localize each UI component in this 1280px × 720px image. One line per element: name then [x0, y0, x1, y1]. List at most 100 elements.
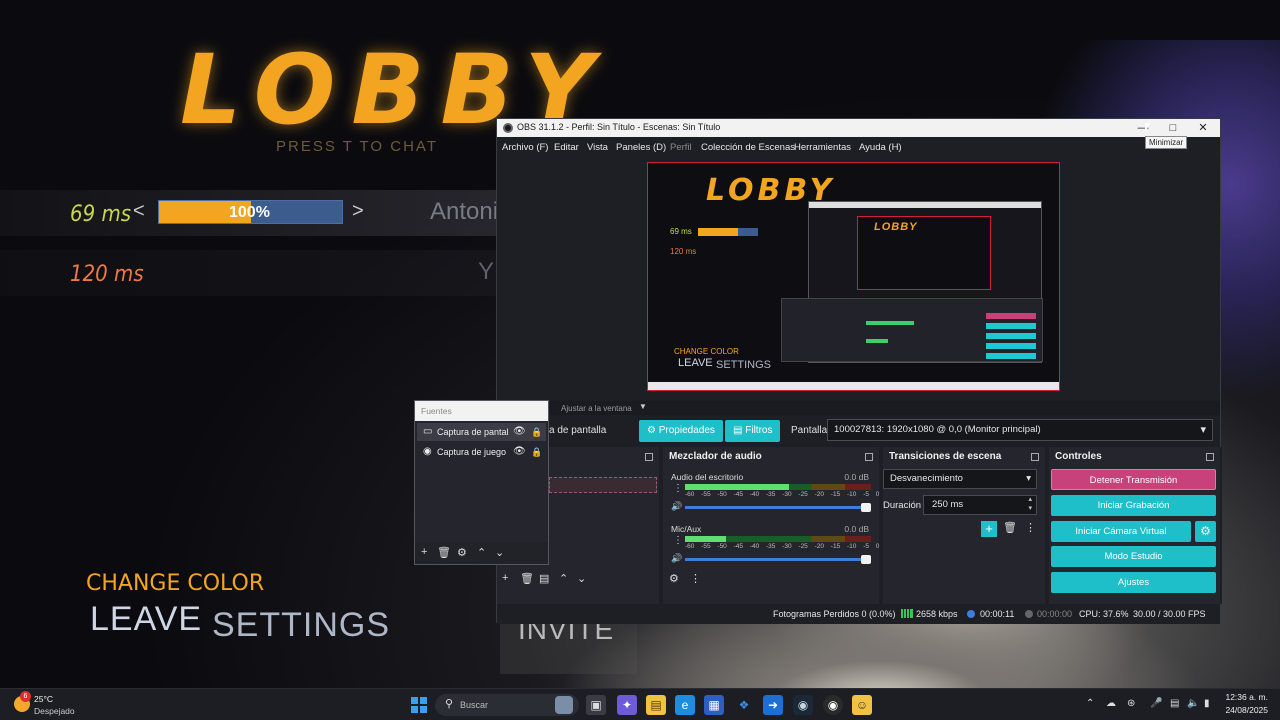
volume-icon[interactable]: 🔈	[1187, 698, 1199, 709]
speaker-icon[interactable]: 🔊	[671, 501, 682, 512]
add-source-icon[interactable]: +	[421, 546, 427, 558]
menu-paneles[interactable]: Paneles (D)	[616, 142, 666, 153]
chevron-up-icon[interactable]: ⌃	[1086, 698, 1094, 709]
preview-button	[986, 333, 1036, 339]
preview-volume-bar	[698, 228, 758, 236]
volume-slider[interactable]	[685, 555, 871, 564]
mouse-cursor-icon	[1145, 123, 1150, 132]
dock-float-icon[interactable]	[645, 453, 653, 461]
source-item[interactable]: ▭ Captura de pantal 👁 🔒	[417, 423, 546, 441]
preview-taskbar	[648, 382, 1059, 390]
trash-icon[interactable]: 🗑	[437, 546, 451, 559]
microphone-icon[interactable]: 🎤	[1150, 698, 1162, 709]
minimize-button[interactable]: —	[1128, 119, 1158, 137]
wifi-icon[interactable]: ▤	[1170, 698, 1179, 709]
leave-button[interactable]: LEAVE	[90, 600, 202, 639]
filter-icon[interactable]: ▤	[539, 572, 549, 585]
menu-perfil[interactable]: Perfil	[670, 142, 692, 153]
menu-coleccion-escenas[interactable]: Colección de Escenas	[701, 142, 795, 153]
menu-ayuda[interactable]: Ayuda (H)	[859, 142, 902, 153]
add-scene-icon[interactable]: +	[502, 572, 508, 584]
power-automate-icon[interactable]: ➜	[763, 695, 783, 715]
game-app-icon[interactable]: ☺	[852, 695, 872, 715]
bitrate: 2658 kbps	[916, 609, 958, 619]
notification-badge: 6	[20, 691, 31, 702]
more-options-icon[interactable]: ⋮	[1025, 521, 1036, 534]
steam-icon[interactable]: ◉	[793, 695, 813, 715]
start-recording-button[interactable]: Iniciar Grabación	[1051, 495, 1216, 516]
move-down-icon[interactable]: ⌄	[495, 546, 504, 559]
studio-mode-button[interactable]: Modo Estudio	[1051, 546, 1216, 567]
volume-decrease-arrow[interactable]: <	[133, 200, 145, 223]
maximize-button[interactable]: □	[1158, 119, 1188, 137]
bluetooth-icon[interactable]: ⊛	[1127, 698, 1135, 709]
battery-icon[interactable]: ▮	[1204, 698, 1210, 709]
start-virtual-camera-button[interactable]: Iniciar Cámara Virtual	[1051, 521, 1191, 542]
onedrive-icon[interactable]: ☁	[1106, 698, 1116, 709]
clock-date[interactable]: 24/08/2025	[1225, 705, 1268, 715]
volume-slider[interactable]	[685, 503, 871, 512]
lock-icon[interactable]: 🔒	[531, 423, 542, 441]
file-explorer-icon[interactable]: ▤	[646, 695, 666, 715]
track-menu-icon[interactable]: ⋮	[673, 535, 683, 546]
weather-temp[interactable]: 25°C	[34, 694, 53, 704]
edge-icon[interactable]: e	[675, 695, 695, 715]
trash-icon[interactable]: 🗑	[1003, 521, 1017, 534]
stop-stream-button[interactable]: Detener Transmisión	[1051, 469, 1216, 490]
close-button[interactable]: ✕	[1188, 119, 1218, 137]
windows-start-icon[interactable]	[411, 697, 427, 713]
track-menu-icon[interactable]: ⋮	[673, 483, 683, 494]
menu-vista[interactable]: Vista	[587, 142, 608, 153]
dock-float-icon[interactable]	[865, 453, 873, 461]
speaker-icon[interactable]: 🔊	[671, 553, 682, 564]
fit-to-window-label[interactable]: Ajustar a la ventana	[561, 404, 632, 413]
add-transition-button[interactable]: +	[981, 521, 997, 537]
clock-time[interactable]: 12:36 a. m.	[1225, 692, 1268, 702]
scene-item[interactable]	[549, 477, 657, 493]
menu-editar[interactable]: Editar	[554, 142, 579, 153]
meter-fill	[685, 484, 790, 490]
trash-icon[interactable]: 🗑	[520, 572, 534, 585]
chevron-down-icon[interactable]: ▼	[639, 402, 647, 411]
menu-herramientas[interactable]: Herramientas	[794, 142, 851, 153]
weather-desc[interactable]: Despejado	[34, 706, 75, 716]
scene-preview[interactable]: LOBBY 69 ms 120 ms CHANGE COLOR LEAVE SE…	[647, 162, 1060, 391]
move-up-icon[interactable]: ⌃	[559, 572, 568, 585]
window-title: OBS 31.1.2 - Perfil: Sin Título - Escena…	[517, 122, 721, 132]
move-up-icon[interactable]: ⌃	[477, 546, 486, 559]
transition-select[interactable]: Desvanecimiento	[883, 469, 1037, 489]
properties-button[interactable]: ⚙ Propiedades	[639, 420, 723, 442]
change-color-button[interactable]: CHANGE COLOR	[86, 571, 264, 596]
duration-input[interactable]: 250 ms	[923, 495, 1037, 515]
volume-increase-arrow[interactable]: >	[352, 200, 364, 223]
obs-taskbar-icon[interactable]: ◉	[823, 695, 843, 715]
search-box[interactable]: ⚲ Buscar	[435, 694, 579, 716]
meter-scale: -60 -55 -50 -45 -40 -35 -30 -25 -20 -15 …	[685, 543, 880, 550]
duration-label: Duración	[883, 500, 922, 511]
mixer-menu-icon[interactable]: ⋮	[690, 572, 701, 585]
audio-meter: -60 -55 -50 -45 -40 -35 -30 -25 -20 -15 …	[685, 536, 879, 550]
eye-icon[interactable]: 👁	[513, 423, 526, 441]
filters-button[interactable]: ▤ Filtros	[725, 420, 781, 442]
dropbox-icon[interactable]: ❖	[734, 695, 754, 715]
move-down-icon[interactable]: ⌄	[577, 572, 586, 585]
menu-archivo[interactable]: Archivo (F)	[502, 142, 548, 153]
track-name: Mic/Aux	[671, 524, 702, 534]
player-volume-bar[interactable]: 100%	[158, 200, 343, 224]
task-view-icon[interactable]: ▣	[586, 695, 606, 715]
search-highlight-icon	[555, 696, 573, 714]
store-icon[interactable]: ▦	[704, 695, 724, 715]
source-item[interactable]: ◉ Captura de juego 👁 🔒	[417, 443, 546, 461]
eye-icon[interactable]: 👁	[513, 443, 526, 461]
dock-float-icon[interactable]	[1206, 453, 1214, 461]
virtual-camera-settings-gear-icon[interactable]: ⚙	[1195, 521, 1216, 542]
copilot-icon[interactable]: ✦	[617, 695, 637, 715]
mixer-settings-gear-icon[interactable]: ⚙	[669, 572, 679, 585]
lock-icon[interactable]: 🔒	[531, 443, 542, 461]
gear-icon[interactable]: ⚙	[457, 546, 467, 559]
display-select[interactable]: 100027813: 1920x1080 @ 0,0 (Monitor prin…	[827, 419, 1213, 441]
preview-button	[986, 313, 1036, 319]
sources-title[interactable]: Fuentes	[415, 401, 548, 421]
tooltip: Minimizar	[1145, 136, 1188, 149]
settings-button[interactable]: SETTINGS	[212, 606, 390, 645]
